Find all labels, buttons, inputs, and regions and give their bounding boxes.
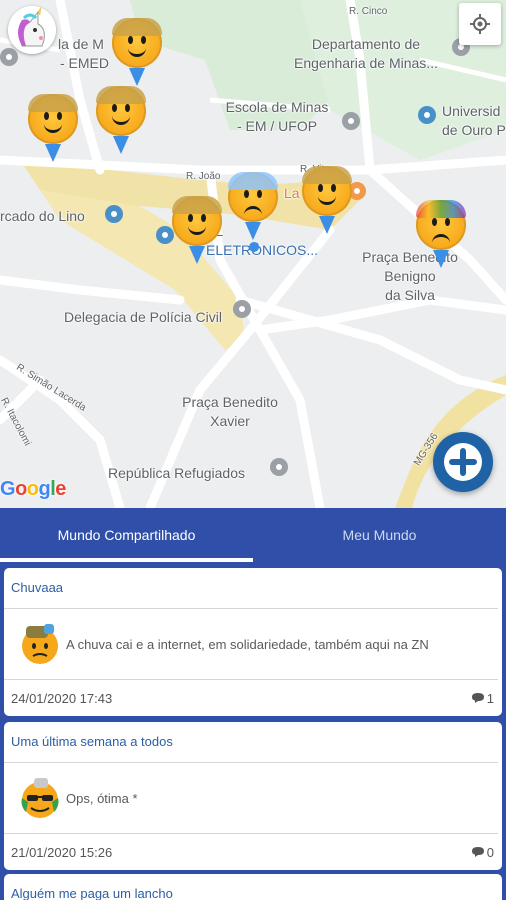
- post-feed[interactable]: Chuvaaa A chuva cai e a internet, em sol…: [0, 562, 506, 900]
- marker-face-icon[interactable]: [302, 166, 352, 216]
- marker-face-icon[interactable]: [112, 18, 162, 68]
- comments-button[interactable]: 1: [471, 691, 494, 706]
- post-date: 21/01/2020 15:26: [11, 844, 113, 860]
- map-label-r-cinco: R. Cinco: [349, 6, 388, 17]
- map-view[interactable]: R. Cinco la de M - EMED Departamento de …: [0, 0, 506, 508]
- map-label-universidade: Universid de Ouro P: [442, 103, 506, 138]
- tab-meu-mundo[interactable]: Meu Mundo: [253, 508, 506, 562]
- map-label-departamento: Departamento de Engenharia de Minas...: [294, 36, 438, 71]
- locate-icon: [470, 14, 490, 34]
- post-footer: 24/01/2020 17:43 1: [4, 680, 502, 716]
- tab-bar: Mundo Compartilhado Meu Mundo: [0, 508, 506, 562]
- add-post-button[interactable]: [433, 432, 493, 492]
- map-label-lanches: La: [284, 185, 300, 201]
- place-pin-icon: [342, 112, 360, 130]
- place-pin-icon: [233, 300, 251, 318]
- comment-count: 1: [486, 690, 494, 706]
- post-card[interactable]: Chuvaaa A chuva cai e a internet, em sol…: [4, 568, 502, 716]
- marker-tip: [245, 222, 261, 240]
- face-avatar-icon: [21, 778, 59, 818]
- comment-icon: [471, 693, 484, 703]
- marker-tip: [45, 144, 61, 162]
- my-location-button[interactable]: [459, 3, 501, 45]
- marker-face-icon[interactable]: [28, 94, 78, 144]
- marker-face-icon[interactable]: [416, 200, 466, 250]
- post-title: Alguém me paga um lancho: [11, 886, 173, 900]
- marker-face-icon[interactable]: [228, 172, 278, 222]
- post-card[interactable]: Alguém me paga um lancho: [4, 874, 502, 900]
- marker-face-icon[interactable]: [172, 196, 222, 246]
- map-label-mercado: rcado do Lino: [0, 208, 85, 224]
- comment-icon: [471, 847, 484, 857]
- post-text: Ops, ótima *: [66, 790, 138, 806]
- map-label-praca-xavier: Praça Benedito Xavier: [182, 394, 278, 429]
- map-label-emed-top: la de M: [58, 36, 104, 52]
- current-location-dot: [249, 242, 259, 252]
- map-label-r-joao: R. João: [186, 171, 221, 182]
- tab-mundo-compartilhado[interactable]: Mundo Compartilhado: [0, 508, 253, 562]
- map-label-escola: Escola de Minas - EM / UFOP: [225, 99, 329, 134]
- post-title: Chuvaaa: [4, 568, 498, 609]
- face-avatar-icon: [22, 624, 58, 664]
- unicorn-icon: [8, 6, 56, 54]
- marker-tip: [319, 216, 335, 234]
- map-label-emed-bottom: - EMED: [60, 55, 109, 71]
- post-card[interactable]: Uma última semana a todos Ops, ótima * 2…: [4, 722, 502, 870]
- user-avatar[interactable]: [8, 6, 56, 54]
- map-label-praca-benigno: Praça Benedito Benigno da Silva: [362, 249, 458, 303]
- post-body: A chuva cai e a internet, em solidarieda…: [4, 609, 498, 680]
- marker-tip: [433, 250, 449, 268]
- post-title: Uma última semana a todos: [4, 722, 498, 763]
- place-pin-icon: [0, 48, 18, 66]
- shop-pin-icon: [105, 205, 123, 223]
- marker-tip: [113, 136, 129, 154]
- post-avatar: [18, 776, 62, 820]
- map-label-eletronicos: AL ELETRÔNICOS...: [206, 223, 319, 258]
- plus-icon: [444, 443, 482, 481]
- post-avatar: [18, 622, 62, 666]
- marker-tip: [189, 246, 205, 264]
- marker-face-icon[interactable]: [96, 86, 146, 136]
- shop-pin-icon: [156, 226, 174, 244]
- post-text: A chuva cai e a internet, em solidarieda…: [66, 636, 429, 652]
- post-body: Ops, ótima *: [4, 763, 498, 834]
- comments-button[interactable]: 0: [471, 845, 494, 860]
- google-logo: Google: [0, 478, 66, 500]
- place-pin-icon: [270, 458, 288, 476]
- map-label-delegacia: Delegacia de Polícia Civil: [64, 309, 222, 325]
- post-date: 24/01/2020 17:43: [11, 690, 113, 706]
- map-label-republica: República Refugiados: [108, 465, 245, 481]
- marker-tip: [129, 68, 145, 86]
- post-footer: 21/01/2020 15:26 0: [4, 834, 502, 870]
- university-pin-icon: [418, 106, 436, 124]
- comment-count: 0: [486, 844, 494, 860]
